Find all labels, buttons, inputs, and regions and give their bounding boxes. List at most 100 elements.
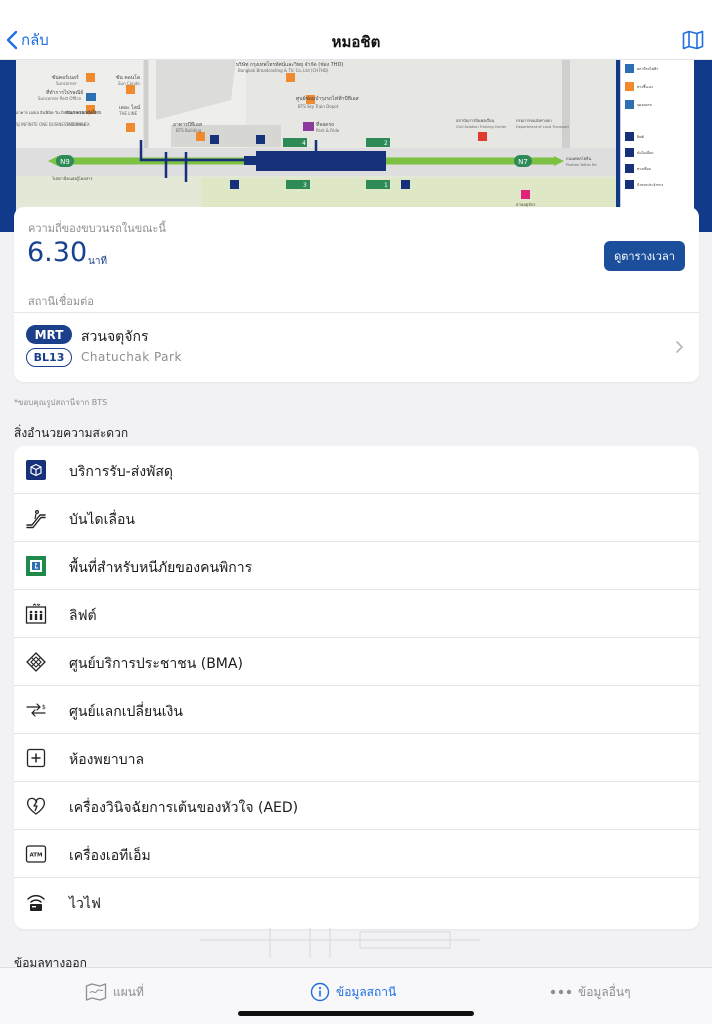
- view-timetable-button[interactable]: ดูตารางเวลา: [604, 241, 685, 271]
- connection-station-name-en: Chatuchak Park: [81, 350, 182, 364]
- facility-item-atm[interactable]: ATM เครื่องเอทีเอ็ม: [14, 830, 699, 878]
- map-label: Department of Land Transport: [516, 125, 569, 129]
- map-label: Phahon Yothin Rd: [566, 163, 597, 167]
- facility-item-disabled-refuge[interactable]: พื้นที่สำหรับหนีภัยของคนพิการ: [14, 542, 699, 590]
- facility-label: ไวไฟ: [69, 896, 101, 912]
- map-label: Suncorner Post Office: [38, 96, 82, 101]
- facility-item-aed[interactable]: เครื่องวินิจฉัยการเต้นของหัวใจ (AED): [14, 782, 699, 830]
- map-label: เดอะ ไลน์: [119, 104, 141, 111]
- connection-row[interactable]: MRT BL13 สวนจตุจักร Chatuchak Park: [14, 313, 699, 382]
- tab-label: ข้อมูลสถานี: [336, 984, 397, 999]
- legend-item: บันไดเลื่อน: [637, 150, 654, 155]
- legend-item: ลิฟต์: [637, 135, 645, 139]
- svg-text:$: $: [42, 704, 46, 711]
- facility-label: บันไดเลื่อน: [69, 512, 135, 528]
- legend-item: สถานีรถไฟฟ้า: [637, 66, 658, 71]
- tab-station-info[interactable]: ข้อมูลสถานี: [310, 980, 396, 1004]
- map-label: ถนนพหลโยธิน: [566, 156, 592, 161]
- more-icon: [550, 989, 572, 995]
- facility-item-currency-exchange[interactable]: $ ศูนย์แลกเปลี่ยนเงิน: [14, 686, 699, 734]
- atm-icon: ATM: [24, 842, 48, 866]
- svg-text:ATM: ATM: [29, 853, 42, 859]
- elevator-icon: [24, 602, 48, 626]
- facilities-list: บริการรับ-ส่งพัสดุ บันไดเลื่อน พื้นที่สำ…: [14, 446, 699, 929]
- facility-label: เครื่องเอทีเอ็ม: [69, 848, 151, 864]
- map-station-code-left: N9: [60, 158, 70, 166]
- map-label: TMB Bank: [65, 122, 87, 127]
- facility-item-first-aid[interactable]: ห้องพยาบาล: [14, 734, 699, 782]
- map-legend: สถานีรถไฟฟ้า ทางขึ้น-ลง จุดจอดรถ ลิฟต์ บ…: [620, 60, 694, 210]
- map-icon-button[interactable]: [682, 30, 704, 50]
- map-label: กรมการขนส่งทางบก: [516, 118, 552, 123]
- legend-item: จุดจอดรถ: [637, 103, 652, 108]
- escalator-icon: [24, 506, 48, 530]
- map-exit-number: 2: [384, 140, 388, 147]
- facility-label: ห้องพยาบาล: [69, 752, 145, 768]
- map-label: อาคารบีทีเอส: [173, 121, 202, 128]
- facility-label: บริการรับ-ส่งพัสดุ: [69, 464, 173, 480]
- facility-item-wifi[interactable]: ไวไฟ: [14, 878, 699, 926]
- parcel-icon: [24, 458, 48, 482]
- facilities-section-title: สิ่งอำนวยความสะดวก: [14, 426, 129, 440]
- map-legend-drawing: สถานีรถไฟฟ้า ทางขึ้น-ลง จุดจอดรถ ลิฟต์ บ…: [625, 64, 664, 189]
- map-station-code-right: N7: [518, 158, 528, 166]
- currency-exchange-icon: $: [24, 698, 48, 722]
- connection-station-name: สวนจตุจักร: [81, 329, 149, 345]
- map-label: BTS Building: [176, 128, 202, 133]
- map-label: ที่ทำการไปรษณีย์: [46, 89, 83, 96]
- aed-icon: [24, 794, 48, 818]
- facility-item-elevator[interactable]: ลิฟต์: [14, 590, 699, 638]
- map-label: บริษัท กรุงเทพโทรทัศน์และวิทยุ จำกัด (ช่…: [236, 61, 343, 68]
- facility-label: พื้นที่สำหรับหนีภัยของคนพิการ: [69, 560, 253, 576]
- map-label: Civil Aviation Training Center: [456, 125, 507, 129]
- map-label: THE LINE: [118, 111, 138, 116]
- frequency-unit: นาที: [88, 256, 108, 267]
- bma-service-icon: [24, 650, 48, 674]
- map-exit-number: 4: [302, 140, 306, 147]
- map-label: BTS Sky Train Depot: [298, 104, 339, 109]
- page-title: หมอชิต: [331, 33, 381, 51]
- map-label: ซันคอร์เนอร์: [52, 74, 79, 81]
- map-label: ซัน คอนโด: [116, 74, 140, 81]
- tab-label: ข้อมูลอื่นๆ: [578, 984, 631, 999]
- disabled-refuge-icon: [24, 554, 48, 578]
- map-exit-number: 1: [384, 182, 388, 189]
- map-exit-number: 3: [303, 182, 307, 189]
- navigation-bar: กลับ หมอชิต: [0, 0, 712, 60]
- tab-more-info[interactable]: ข้อมูลอื่นๆ: [550, 980, 631, 1004]
- facility-label: ลิฟต์: [69, 608, 97, 624]
- image-credit: *ขอบคุณรูปสถานีจาก BTS: [14, 398, 108, 407]
- home-indicator: [238, 1011, 474, 1016]
- background-map-watermark: [200, 928, 480, 958]
- facility-item-parcel[interactable]: บริการรับ-ส่งพัสดุ: [14, 446, 699, 494]
- map-label: ธนาคารกรุงไทย: [66, 109, 101, 116]
- tab-label: แผนที่: [113, 984, 144, 999]
- station-summary-card: ความถี่ของขบวนรถในขณะนี้ 6.30 นาที ดูตาร…: [14, 207, 699, 382]
- first-aid-icon: [24, 746, 48, 770]
- tab-map[interactable]: แผนที่: [85, 980, 144, 1004]
- line-badge: MRT: [26, 325, 72, 344]
- map-label: สถาบันการบินพลเรือน: [456, 118, 494, 123]
- legend-item: ทางเชื่อม: [637, 166, 651, 171]
- facility-label: เครื่องวินิจฉัยการเต้นของหัวใจ (AED): [69, 800, 299, 816]
- legend-item: ป้ายรถประจำทาง: [637, 183, 664, 187]
- info-icon: [310, 982, 330, 1002]
- chevron-right-icon: [676, 341, 683, 353]
- map-label: Bangkok Broadcasting & TV. Co.,Ltd (CH7H…: [238, 68, 329, 73]
- connection-label: สถานีเชื่อมต่อ: [28, 295, 94, 308]
- facility-item-bma-service[interactable]: ศูนย์บริการประชาชน (BMA): [14, 638, 699, 686]
- frequency-label: ความถี่ของขบวนรถในขณะนี้: [28, 222, 166, 235]
- map-label: ศูนย์ซ่อมบำรุงรถไฟฟ้าบีทีเอส: [296, 95, 359, 102]
- map-icon: [85, 983, 107, 1001]
- station-code-badge: BL13: [26, 348, 72, 367]
- map-label: Park & Ride: [316, 128, 340, 133]
- wifi-icon: [24, 890, 48, 914]
- map-label: ที่จอดรถ: [316, 121, 334, 128]
- map-label: Suncorner: [56, 81, 77, 86]
- facility-item-escalator[interactable]: บันไดเลื่อน: [14, 494, 699, 542]
- frequency-value: 6.30: [27, 237, 88, 268]
- facility-label: ศูนย์บริการประชาชน (BMA): [69, 656, 243, 672]
- station-info-screen: กลับ หมอชิต N9 N7 บริษัท กรุงเทพโทรทัศน์…: [0, 0, 712, 1024]
- legend-item: ทางขึ้น-ลง: [637, 84, 653, 89]
- map-label: Sun Condo: [118, 81, 140, 86]
